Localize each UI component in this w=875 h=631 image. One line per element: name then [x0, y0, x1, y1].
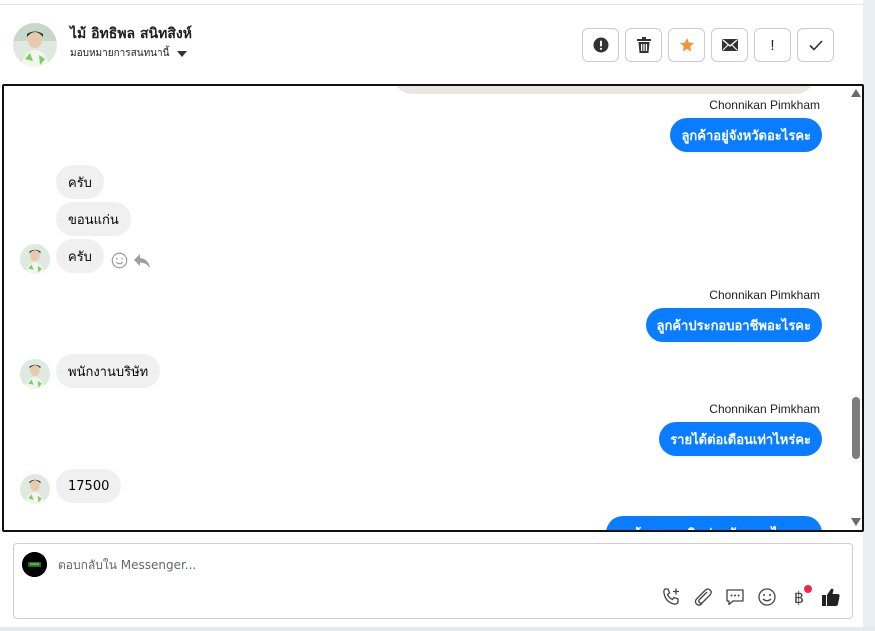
thumbs-up-icon[interactable] [820, 586, 842, 608]
composer-toolbar: ฿ [660, 585, 842, 608]
contact-avatar[interactable] [13, 23, 57, 67]
incoming-message[interactable]: 17500 [56, 469, 122, 503]
baht-symbol: ฿ [793, 587, 805, 607]
sender-name: Chonnikan Pimkham [709, 402, 820, 416]
envelope-icon [721, 39, 738, 51]
checkmark-icon [808, 39, 823, 51]
saved-reply-icon[interactable] [724, 586, 746, 608]
contact-avatar-small [20, 359, 50, 389]
incoming-message[interactable]: ครับ [56, 165, 104, 199]
email-button[interactable] [711, 28, 748, 62]
trash-icon [636, 37, 651, 53]
assign-label: มอบหมายการสนทนานี้ [70, 48, 170, 59]
reply-composer: ฿ [13, 543, 853, 619]
sender-name: Chonnikan Pimkham [709, 288, 820, 302]
outgoing-message[interactable]: รายได้ต่อเดือนเท่าไหร่คะ [659, 422, 822, 456]
spam-button[interactable]: ! [754, 28, 791, 62]
exclamation-icon: ! [770, 36, 775, 54]
conversation-toolbar: ! [582, 28, 834, 62]
image-attachment[interactable] [394, 86, 814, 94]
baht-icon[interactable]: ฿ [788, 585, 812, 608]
outgoing-message[interactable]: ลูกค้าสะดวกติดต่อกลับเวลาไหนคะ [605, 516, 822, 530]
outgoing-message[interactable]: ลูกค้าอยู่จังหวัดอะไรคะ [670, 118, 822, 152]
conversation-header: ไม้ อิทธิพล สนิทสิงห์ มอบหมายการสนทนานี้… [0, 4, 863, 84]
alert-circle-icon [593, 37, 608, 53]
contact-avatar-small [20, 244, 50, 274]
incoming-message[interactable]: ครับ [56, 239, 104, 273]
notification-dot [804, 585, 812, 593]
messenger-inbox-page: ไม้ อิทธิพล สนิทสิงห์ มอบหมายการสนทนานี้… [0, 0, 875, 631]
sender-name: Chonnikan Pimkham [709, 98, 820, 112]
page-avatar [22, 552, 47, 577]
alert-button[interactable] [582, 28, 619, 62]
star-icon [679, 38, 694, 52]
right-edge [863, 0, 875, 631]
paperclip-icon[interactable] [692, 586, 714, 608]
chevron-down-icon [177, 50, 188, 57]
bottom-edge [0, 627, 875, 631]
incoming-message[interactable]: พนักงานบริษัท [56, 354, 161, 388]
phone-add-icon[interactable] [660, 586, 682, 608]
done-button[interactable] [797, 28, 834, 62]
reply-icon[interactable] [133, 253, 151, 269]
contact-avatar-small [20, 474, 50, 504]
emoji-react-icon[interactable] [111, 252, 128, 269]
assign-conversation-dropdown[interactable]: มอบหมายการสนทนานี้ [70, 46, 188, 61]
contact-name: ไม้ อิทธิพล สนิทสิงห์ [70, 26, 192, 42]
message-actions [111, 252, 151, 269]
emoji-icon[interactable] [756, 586, 778, 608]
reply-input[interactable] [58, 558, 658, 572]
scrollbar-thumb[interactable] [852, 397, 860, 459]
scroll-up-arrow[interactable] [851, 89, 861, 97]
message-thread[interactable]: Chonnikan Pimkham ลูกค้าอยู่จังหวัดอะไรค… [2, 84, 864, 532]
outgoing-message[interactable]: ลูกค้าประกอบอาชีพอะไรคะ [645, 308, 822, 342]
incoming-message[interactable]: ขอนแก่น [56, 202, 131, 236]
delete-button[interactable] [625, 28, 662, 62]
scroll-down-arrow[interactable] [851, 518, 861, 526]
star-button[interactable] [668, 28, 705, 62]
